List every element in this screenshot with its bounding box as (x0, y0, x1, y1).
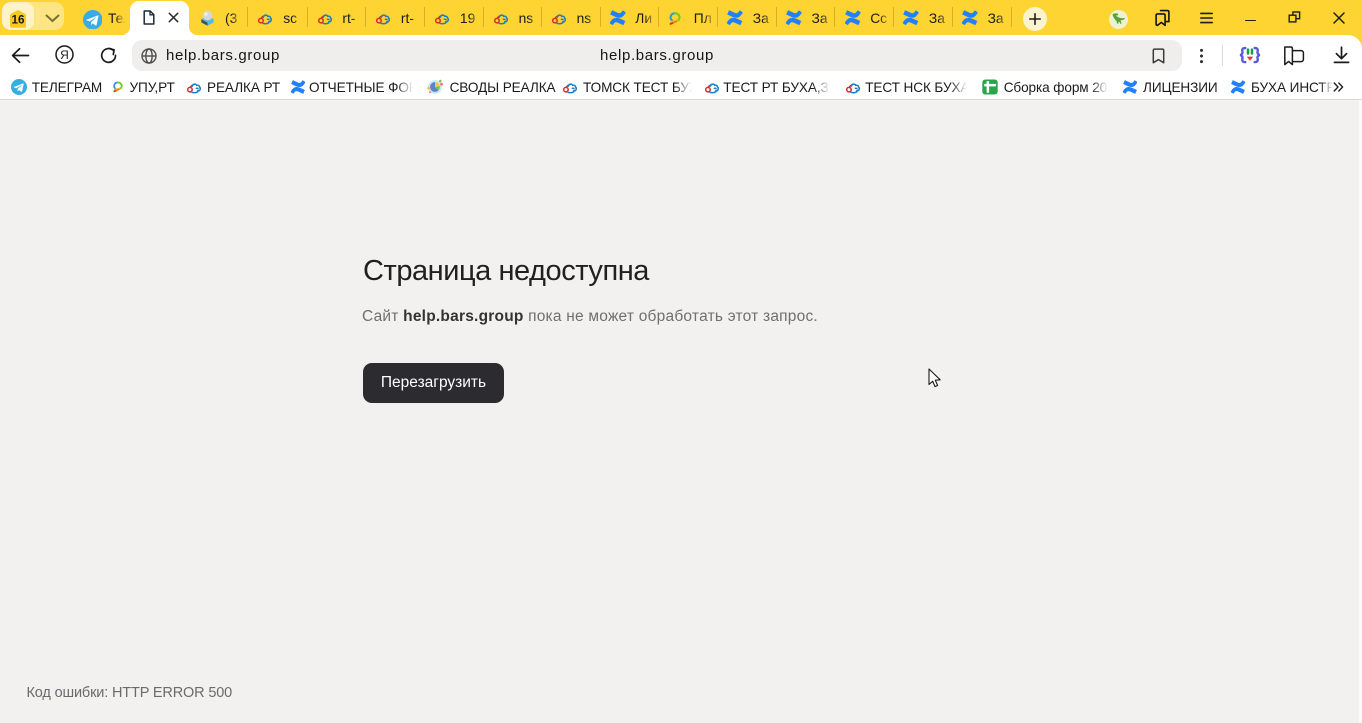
svg-text:16: 16 (11, 13, 25, 26)
svg-text:Я: Я (60, 48, 69, 62)
